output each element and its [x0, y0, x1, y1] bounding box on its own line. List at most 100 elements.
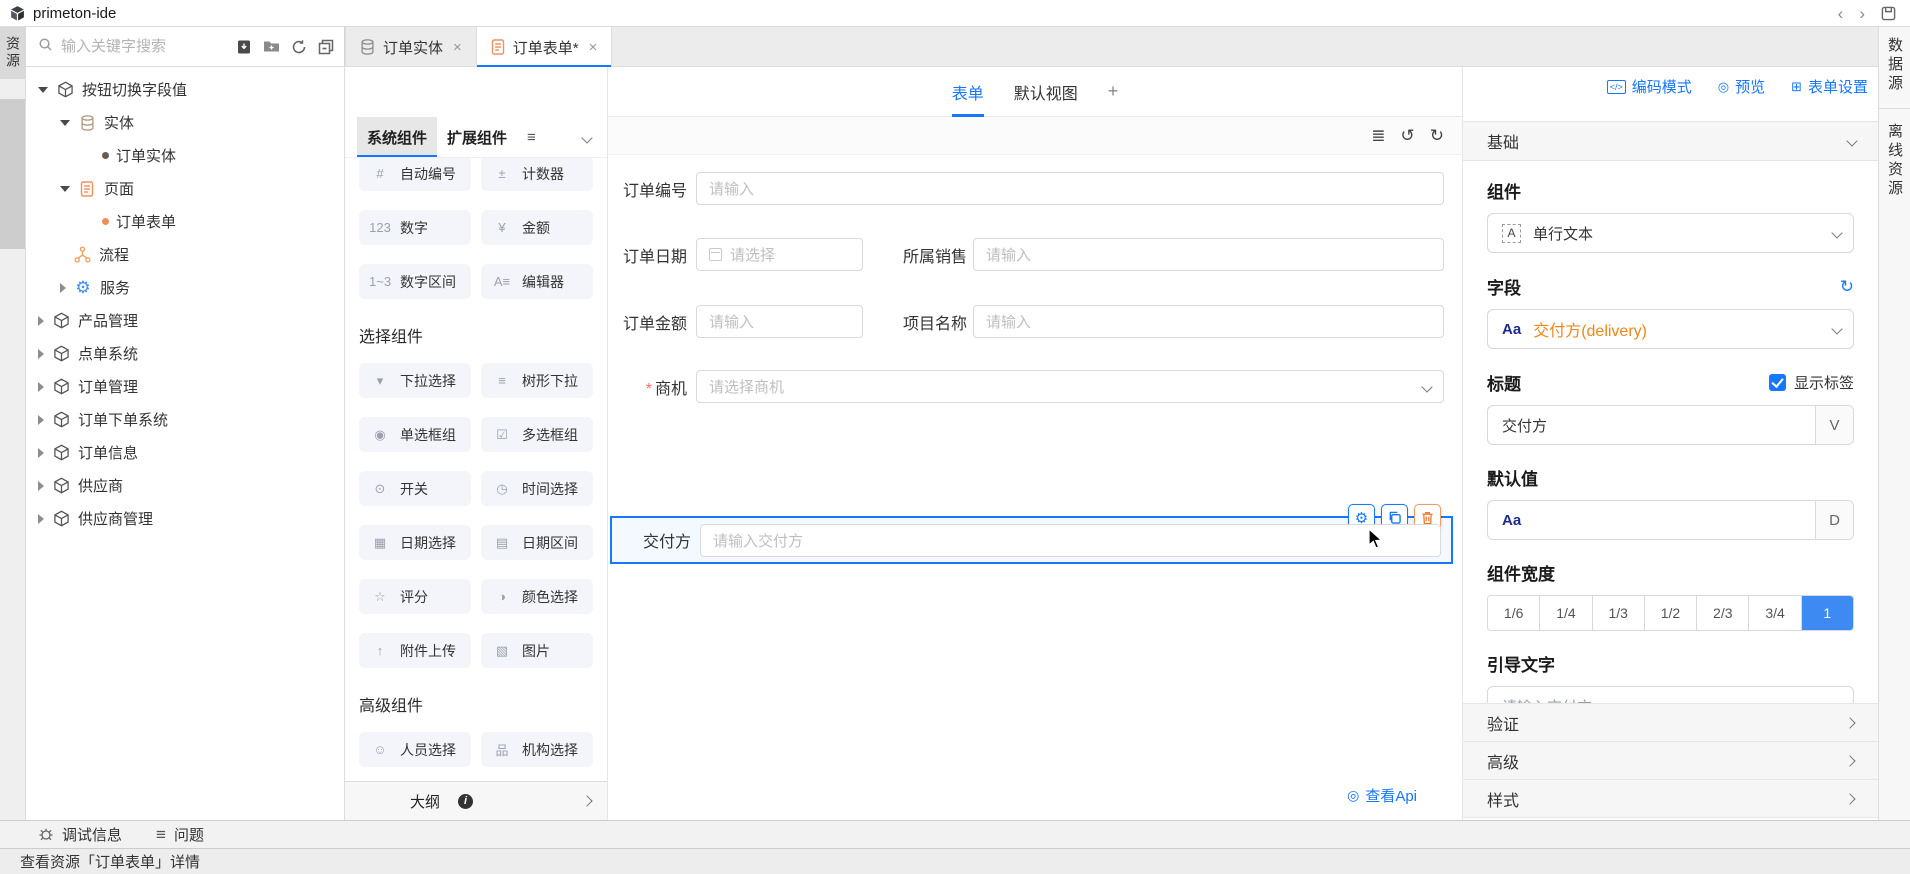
- collapse-arrow-icon[interactable]: [38, 87, 48, 93]
- code-mode-button[interactable]: </>编码模式: [1607, 76, 1692, 97]
- palette-item-dropdown[interactable]: ▾下拉选择: [359, 363, 471, 398]
- tree-item-flow[interactable]: 流程: [26, 238, 344, 271]
- problems-button[interactable]: ≡ 问题: [156, 824, 204, 845]
- tab-order-form[interactable]: 订单表单* ×: [477, 27, 613, 67]
- rail-tab-datasource[interactable]: 数据源: [1879, 27, 1910, 104]
- expand-arrow-icon[interactable]: [38, 448, 44, 458]
- palette-item-auto-number[interactable]: #自动编号: [359, 158, 471, 191]
- expand-arrow-icon[interactable]: [38, 415, 44, 425]
- tree-item-order-info[interactable]: 订单信息: [26, 436, 344, 469]
- rail-scrollbar-thumb[interactable]: [0, 99, 25, 249]
- width-option[interactable]: 1/2: [1645, 596, 1697, 630]
- palette-item-money[interactable]: ¥金额: [481, 210, 593, 245]
- redo-icon[interactable]: ↻: [1430, 127, 1444, 144]
- palette-tab-system[interactable]: 系统组件: [357, 117, 437, 157]
- expand-arrow-icon[interactable]: [60, 283, 66, 293]
- tree-item-service[interactable]: ⚙ 服务: [26, 271, 344, 304]
- tree-item-entity[interactable]: 实体: [26, 106, 344, 139]
- show-label-checkbox[interactable]: [1769, 374, 1786, 391]
- chevron-down-icon[interactable]: [581, 132, 592, 143]
- tree-item-product-mgmt[interactable]: 产品管理: [26, 304, 344, 337]
- palette-item-number-range[interactable]: 1~3数字区间: [359, 264, 471, 299]
- palette-menu-icon[interactable]: ≡: [527, 129, 536, 146]
- width-option[interactable]: 1/6: [1488, 596, 1540, 630]
- view-tab-default-view[interactable]: 默认视图: [1014, 67, 1078, 117]
- search-input[interactable]: [61, 38, 211, 55]
- form-row-order-no[interactable]: 订单编号 请输入: [608, 172, 1454, 205]
- view-tab-form[interactable]: 表单: [952, 67, 984, 117]
- palette-item-image[interactable]: ▧图片: [481, 633, 593, 668]
- palette-item-person-picker[interactable]: ☺人员选择: [359, 732, 471, 767]
- undo-icon[interactable]: ↺: [1401, 127, 1415, 144]
- tree-item-supplier[interactable]: 供应商: [26, 469, 344, 502]
- preview-button[interactable]: ◎预览: [1718, 76, 1765, 97]
- tree-item-order-mgmt[interactable]: 订单管理: [26, 370, 344, 403]
- form-settings-button[interactable]: ⊞表单设置: [1791, 76, 1868, 97]
- expand-arrow-icon[interactable]: [38, 349, 44, 359]
- palette-item-editor[interactable]: A≡编辑器: [481, 264, 593, 299]
- palette-tab-extend[interactable]: 扩展组件: [437, 117, 517, 157]
- outline-icon[interactable]: ≣: [1371, 127, 1385, 144]
- save-button[interactable]: [1881, 6, 1896, 21]
- palette-item-tree-dropdown[interactable]: ≡树形下拉: [481, 363, 593, 398]
- width-option[interactable]: 1/4: [1540, 596, 1592, 630]
- section-validation[interactable]: 验证: [1463, 704, 1878, 742]
- palette-item-color-picker[interactable]: ◑颜色选择: [481, 579, 593, 614]
- default-dynamic-button[interactable]: D: [1815, 501, 1853, 539]
- title-input[interactable]: 交付方: [1488, 415, 1815, 436]
- section-style[interactable]: 样式: [1463, 780, 1878, 818]
- outline-panel-toggle[interactable]: 大纲 i: [345, 781, 607, 820]
- debug-info-button[interactable]: 调试信息: [38, 824, 122, 845]
- component-type-select[interactable]: A 单行文本: [1487, 213, 1854, 253]
- palette-item-org-picker[interactable]: 品机构选择: [481, 732, 593, 767]
- expand-arrow-icon[interactable]: [38, 481, 44, 491]
- palette-item-radio-group[interactable]: ◉单选框组: [359, 417, 471, 452]
- rail-tab-offline-resources[interactable]: 离线资源: [1879, 113, 1910, 209]
- rail-tab-resources[interactable]: 资源: [0, 27, 26, 79]
- palette-item-date-picker[interactable]: ▦日期选择: [359, 525, 471, 560]
- section-basic-header[interactable]: 基础: [1463, 121, 1878, 161]
- width-option[interactable]: 1/3: [1593, 596, 1645, 630]
- close-icon[interactable]: ×: [589, 39, 598, 56]
- default-value-input[interactable]: Aa: [1488, 512, 1815, 529]
- add-view-button[interactable]: +: [1108, 67, 1119, 117]
- field-select[interactable]: Aa 交付方(delivery): [1487, 309, 1854, 349]
- tree-item-order-entity[interactable]: 订单实体: [26, 139, 344, 172]
- tree-item-ordering-system[interactable]: 点单系统: [26, 337, 344, 370]
- history-forward-button[interactable]: ›: [1859, 5, 1865, 22]
- expand-arrow-icon[interactable]: [38, 514, 44, 524]
- form-row-biz[interactable]: *商机 请选择商机: [608, 370, 1454, 403]
- title-variable-button[interactable]: V: [1815, 406, 1853, 444]
- collapse-arrow-icon[interactable]: [60, 120, 70, 126]
- collapse-arrow-icon[interactable]: [60, 186, 70, 192]
- close-icon[interactable]: ×: [453, 39, 462, 56]
- tree-item-order-placing-system[interactable]: 订单下单系统: [26, 403, 344, 436]
- section-advanced[interactable]: 高级: [1463, 742, 1878, 780]
- tree-item-order-form[interactable]: 订单表单: [26, 205, 344, 238]
- refresh-icon[interactable]: [291, 39, 307, 55]
- width-option[interactable]: 3/4: [1749, 596, 1801, 630]
- order-date-input[interactable]: 请选择: [696, 238, 863, 271]
- selected-component-delivery[interactable]: ⚙ 交付方 请输入交付方: [610, 516, 1453, 564]
- import-resource-icon[interactable]: [236, 39, 252, 55]
- palette-item-switch[interactable]: ⊙开关: [359, 471, 471, 506]
- history-back-button[interactable]: ‹: [1838, 5, 1844, 22]
- new-folder-icon[interactable]: [263, 39, 280, 54]
- width-option-selected[interactable]: 1: [1802, 596, 1853, 630]
- sales-input[interactable]: 请输入: [973, 238, 1444, 271]
- tree-item-supplier-mgmt[interactable]: 供应商管理: [26, 502, 344, 535]
- palette-item-rating[interactable]: ☆评分: [359, 579, 471, 614]
- expand-arrow-icon[interactable]: [38, 316, 44, 326]
- expand-arrow-icon[interactable]: [38, 382, 44, 392]
- palette-item-date-range[interactable]: ▤日期区间: [481, 525, 593, 560]
- order-no-input[interactable]: 请输入: [696, 172, 1444, 205]
- palette-item-counter[interactable]: ±计数器: [481, 158, 593, 191]
- width-option[interactable]: 2/3: [1697, 596, 1749, 630]
- delivery-input[interactable]: 请输入交付方: [700, 524, 1441, 557]
- palette-item-checkbox-group[interactable]: ☑多选框组: [481, 417, 593, 452]
- palette-item-time-picker[interactable]: ◷时间选择: [481, 471, 593, 506]
- tab-order-entity[interactable]: 订单实体 ×: [345, 27, 477, 67]
- view-api-link[interactable]: ◎ 查看Api: [1347, 785, 1417, 806]
- project-input[interactable]: 请输入: [973, 305, 1444, 338]
- tree-item-page[interactable]: 页面: [26, 172, 344, 205]
